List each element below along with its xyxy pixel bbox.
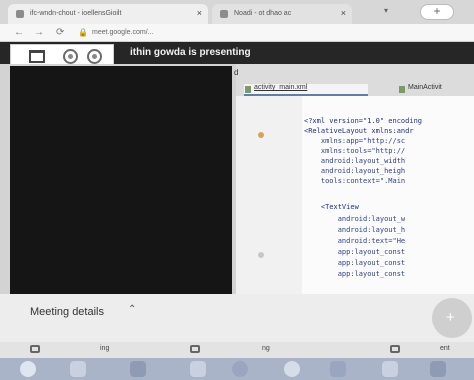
new-tab-button[interactable]: + xyxy=(420,4,454,20)
os-taskbar xyxy=(0,358,474,380)
code-line: android:layout_width xyxy=(304,157,406,165)
code-line: android:text="He xyxy=(304,237,406,245)
taskbar-app-icon[interactable] xyxy=(382,361,398,377)
tab-activity-main-xml[interactable]: activity_main.xml xyxy=(244,84,368,96)
editor-gutter xyxy=(236,96,302,294)
toolbar-label: ng xyxy=(262,345,270,352)
meeting-details-bar: Meeting details ⌃ + xyxy=(0,294,474,342)
taskbar-app-icon[interactable] xyxy=(430,361,446,377)
address-bar: ← → ⟳ 🔒 meet.google.com/... xyxy=(0,24,474,42)
screen-share-icon[interactable] xyxy=(29,50,45,63)
code-line: app:layout_const xyxy=(304,248,406,256)
code-line: android:layout_w xyxy=(304,215,406,223)
participant-fab-button[interactable]: + xyxy=(432,298,472,338)
gutter-marker-icon xyxy=(258,132,264,138)
taskbar-app-icon[interactable] xyxy=(232,361,248,377)
meeting-details-button[interactable]: Meeting details xyxy=(30,306,104,318)
gutter-marker-icon xyxy=(258,252,264,258)
code-line: <TextView xyxy=(304,203,359,211)
taskbar-app-icon[interactable] xyxy=(190,361,206,377)
taskbar-app-icon[interactable] xyxy=(330,361,346,377)
start-button-icon[interactable] xyxy=(20,361,36,377)
code-line: <RelativeLayout xmlns:andr xyxy=(304,127,414,135)
meet-toolbar: ing ng ent xyxy=(0,342,474,358)
taskbar-app-icon[interactable] xyxy=(284,361,300,377)
url-field[interactable]: meet.google.com/... xyxy=(92,27,342,39)
code-line: <?xml version="1.0" encoding xyxy=(304,117,423,125)
reload-icon[interactable]: ⟳ xyxy=(56,27,64,39)
tab-favicon-icon xyxy=(220,10,228,18)
presenting-text: ithin gowda is presenting xyxy=(130,47,251,58)
toolbar-label: ing xyxy=(100,345,110,352)
tab-main-activity[interactable]: MainActivit xyxy=(398,84,474,96)
tab-label: Noadi - ot dhao ac xyxy=(234,10,292,17)
code-line: xmlns:tools="http:// xyxy=(304,147,406,155)
editor-tab-bar: d activity_main.xml MainActivit xyxy=(234,64,474,96)
plus-icon: + xyxy=(446,309,455,326)
code-area[interactable]: <?xml version="1.0" encoding <RelativeLa… xyxy=(304,116,474,294)
code-line: tools:context=".Main xyxy=(304,177,406,185)
browser-tab-meet[interactable]: ifc-wndn-chout - ioellensGioilt × xyxy=(8,4,208,24)
close-tab-icon[interactable]: × xyxy=(341,8,346,18)
tab-favicon-icon xyxy=(16,10,24,18)
chevron-up-icon[interactable]: ⌃ xyxy=(128,304,136,315)
close-tab-icon[interactable]: × xyxy=(197,8,202,18)
captions-icon[interactable] xyxy=(30,345,40,353)
mute-icon[interactable] xyxy=(87,49,102,64)
code-line: app:layout_const xyxy=(304,270,406,278)
meet-screen: ifc-wndn-chout - ioellensGioilt × Noadi … xyxy=(0,0,474,380)
present-icon[interactable] xyxy=(390,345,400,353)
mic-icon[interactable] xyxy=(190,345,200,353)
toolbar-label: ent xyxy=(440,345,450,352)
taskbar-app-icon[interactable] xyxy=(70,361,86,377)
code-line: xmlns:app="http://sc xyxy=(304,137,406,145)
participant-video xyxy=(10,66,232,294)
code-line: app:layout_const xyxy=(304,259,406,267)
code-line: android:layout_h xyxy=(304,226,406,234)
browser-tab-other[interactable]: Noadi - ot dhao ac × xyxy=(212,4,352,24)
lock-icon: 🔒 xyxy=(78,28,88,37)
browser-tab-strip: ifc-wndn-chout - ioellensGioilt × Noadi … xyxy=(0,0,474,24)
shared-code-editor: d activity_main.xml MainActivit <?xml ve… xyxy=(234,64,474,294)
forward-icon[interactable]: → xyxy=(34,27,44,39)
tab-dropdown-icon[interactable]: ▾ xyxy=(384,6,388,15)
code-line: android:layout_heigh xyxy=(304,167,406,175)
taskbar-app-icon[interactable] xyxy=(130,361,146,377)
editor-breadcrumb: d xyxy=(234,68,239,77)
tab-label: ifc-wndn-chout - ioellensGioilt xyxy=(30,10,122,17)
back-icon[interactable]: ← xyxy=(14,27,24,39)
pin-icon[interactable] xyxy=(63,49,78,64)
